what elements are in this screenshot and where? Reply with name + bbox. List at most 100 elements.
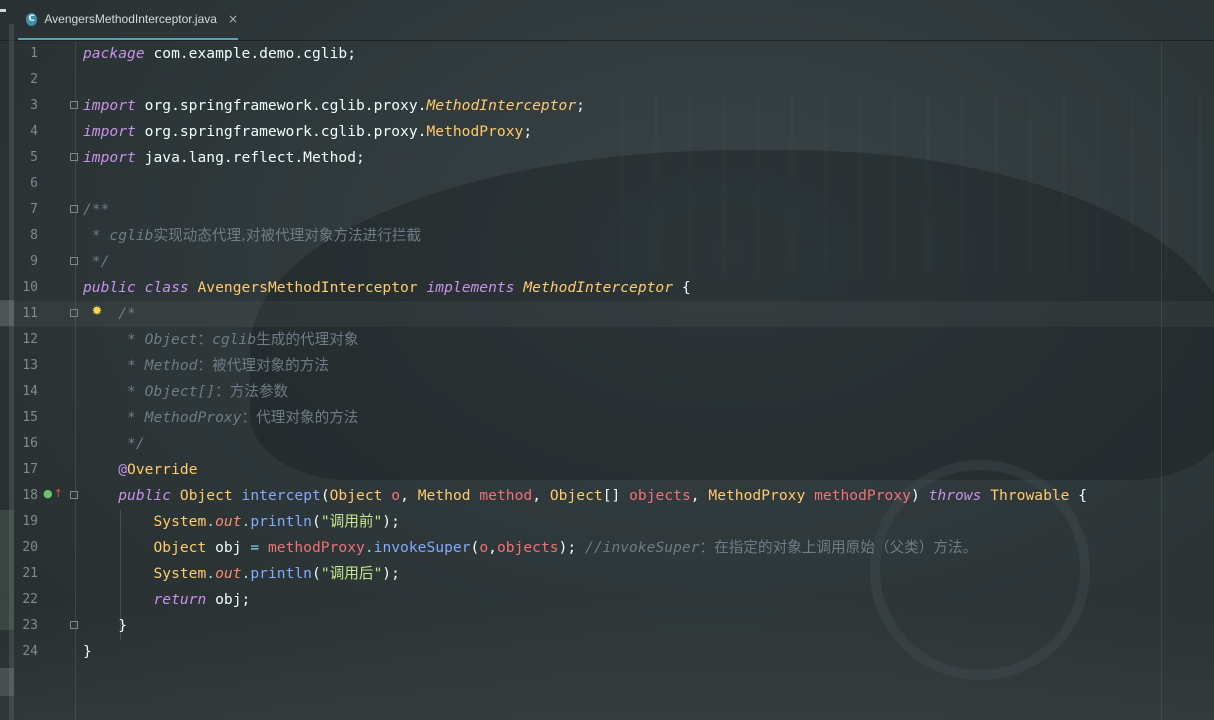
code-text: System.out.println("调用前");	[83, 509, 400, 535]
fold-toggle-icon[interactable]	[70, 101, 78, 109]
code-line[interactable]: 18 ●↑ public Object intercept(Object o, M…	[0, 483, 1214, 509]
code-line[interactable]: 11 ✹ /*	[0, 301, 1214, 327]
code-token: import	[83, 97, 136, 114]
line-number: 15	[22, 410, 38, 425]
code-line[interactable]: 14 * Object[]：方法参数	[0, 379, 1214, 405]
code-token: ：	[197, 331, 213, 348]
override-gutter-icon[interactable]: ●↑	[43, 487, 63, 500]
code-token: println	[250, 565, 312, 582]
code-text: * Object：cglib生成的代理对象	[83, 327, 358, 353]
code-line[interactable]: 23 }	[0, 613, 1214, 639]
fold-toggle-icon[interactable]	[70, 153, 78, 161]
line-number: 10	[22, 280, 38, 295]
code-token: []	[602, 487, 630, 504]
code-token: methodProxy	[814, 487, 911, 504]
code-token: );	[382, 513, 400, 530]
code-token: ,	[532, 487, 550, 504]
code-line[interactable]: 21 System.out.println("调用后");	[0, 561, 1214, 587]
code-token: {	[1069, 487, 1088, 504]
code-text: */	[83, 431, 145, 457]
fold-toggle-icon[interactable]	[70, 257, 78, 265]
code-text: return obj;	[83, 587, 250, 613]
line-number: 14	[22, 384, 38, 399]
code-line[interactable]: 17 @Override	[0, 457, 1214, 483]
code-text: import java.lang.reflect.Method;	[83, 145, 365, 171]
code-line[interactable]: 1 package com.example.demo.cglib;	[0, 41, 1214, 67]
code-token: * cglib	[83, 227, 154, 244]
line-number: 16	[22, 436, 38, 451]
fold-toggle-icon[interactable]	[70, 491, 78, 499]
editor-tab-bar: C AvengersMethodInterceptor.java ×	[0, 0, 1214, 41]
code-text: import org.springframework.cglib.proxy.M…	[83, 119, 532, 145]
code-token: println	[250, 513, 312, 530]
code-token: obj;	[206, 591, 251, 608]
code-token: Method	[417, 487, 471, 504]
code-token: import	[83, 123, 136, 140]
code-line[interactable]: 6	[0, 171, 1214, 197]
code-line[interactable]: 4 import org.springframework.cglib.proxy.…	[0, 119, 1214, 145]
code-line[interactable]: 19 System.out.println("调用前");	[0, 509, 1214, 535]
code-line[interactable]: 16 */	[0, 431, 1214, 457]
code-token: .	[206, 565, 216, 582]
code-token: * Object[]	[83, 383, 216, 400]
code-token: o	[391, 487, 401, 504]
code-text: * Object[]：方法参数	[83, 379, 288, 405]
fold-toggle-icon[interactable]	[70, 205, 78, 213]
code-token: =	[250, 539, 260, 556]
code-token: System	[153, 565, 207, 582]
code-token: }	[83, 643, 92, 660]
line-number: 23	[22, 618, 38, 633]
code-line[interactable]: 7 /**	[0, 197, 1214, 223]
code-token: */	[83, 435, 145, 452]
code-token: class	[144, 279, 189, 296]
code-token: * Object	[83, 331, 198, 348]
code-token: ：方法参数	[215, 383, 289, 400]
code-line[interactable]: 3 import org.springframework.cglib.proxy.…	[0, 93, 1214, 119]
code-line[interactable]: 15 * MethodProxy：代理对象的方法	[0, 405, 1214, 431]
fold-toggle-icon[interactable]	[70, 621, 78, 629]
code-line[interactable]: 9 */	[0, 249, 1214, 275]
code-token: out	[215, 565, 242, 582]
code-token: /*	[118, 305, 136, 322]
code-token: Object	[549, 487, 603, 504]
code-token: Override	[127, 461, 198, 478]
code-line[interactable]: 20 Object obj = methodProxy.invokeSuper(…	[0, 535, 1214, 561]
editor-tab[interactable]: C AvengersMethodInterceptor.java ×	[18, 0, 238, 40]
line-number: 4	[30, 124, 38, 139]
code-token: public	[118, 487, 172, 504]
code-line[interactable]: 13 * Method：被代理对象的方法	[0, 353, 1214, 379]
fold-toggle-icon[interactable]	[70, 309, 78, 317]
line-number: 19	[22, 514, 38, 529]
close-icon[interactable]: ×	[228, 12, 238, 26]
code-token: method	[479, 487, 533, 504]
code-token: java.lang.reflect.Method;	[135, 149, 365, 166]
java-class-icon: C	[26, 12, 38, 26]
code-token: ：被代理对象的方法	[197, 357, 330, 374]
code-text: import org.springframework.cglib.proxy.M…	[83, 93, 585, 119]
line-number: 2	[30, 72, 38, 87]
code-line[interactable]: 22 return obj;	[0, 587, 1214, 613]
code-token: Object	[179, 487, 233, 504]
line-number: 3	[30, 98, 38, 113]
code-token: import	[83, 149, 136, 166]
code-line[interactable]: 24}	[0, 639, 1214, 665]
code-line[interactable]: 10 public class AvengersMethodInterceptor…	[0, 275, 1214, 301]
code-text: package com.example.demo.cglib;	[83, 41, 356, 67]
code-text: public class AvengersMethodInterceptor i…	[83, 275, 691, 301]
line-number: 6	[30, 176, 38, 191]
code-token: throws	[928, 487, 982, 504]
code-text: Object obj = methodProxy.invokeSuper(o,o…	[83, 535, 977, 561]
code-token: intercept	[241, 487, 321, 504]
gutter-change-marker	[0, 668, 14, 696]
code-token: public	[83, 279, 136, 296]
code-token: ,	[690, 487, 709, 504]
code-token: Object	[153, 539, 207, 556]
code-line[interactable]: 8 * cglib实现动态代理,对被代理对象方法进行拦截	[0, 223, 1214, 249]
code-line[interactable]: 5 import java.lang.reflect.Method;	[0, 145, 1214, 171]
code-line[interactable]: 12 * Object：cglib生成的代理对象	[0, 327, 1214, 353]
code-text: /*	[83, 301, 136, 327]
code-line[interactable]: 2	[0, 67, 1214, 93]
